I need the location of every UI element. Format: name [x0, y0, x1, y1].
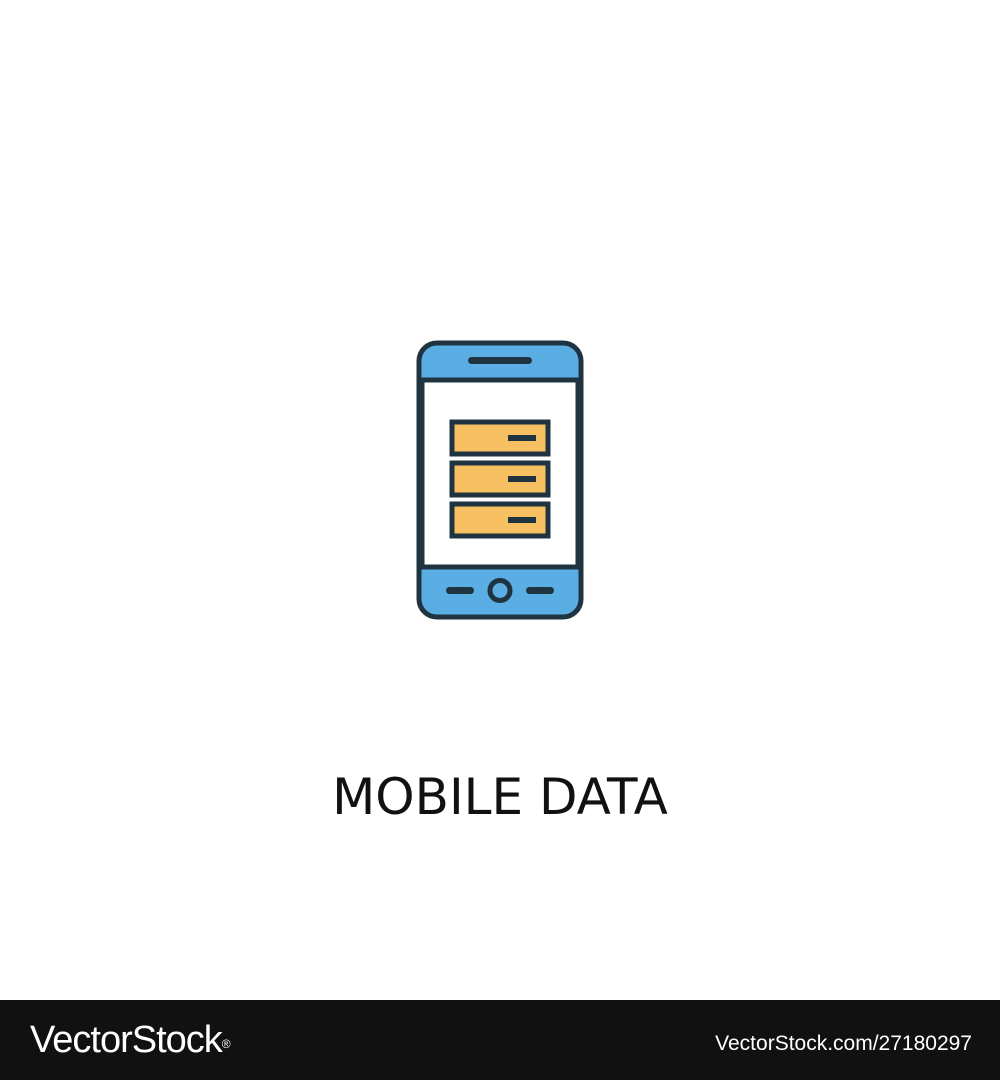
- home-button-icon: [487, 578, 513, 603]
- caption-title: MOBILE DATA: [332, 768, 668, 826]
- brand-name: VectorStock: [30, 1019, 223, 1061]
- artwork-canvas: MOBILE DATA: [0, 0, 1000, 1000]
- speaker-icon: [468, 357, 532, 364]
- image-id-label: VectorStock.com/27180297: [715, 1032, 972, 1055]
- watermark-footer: VectorStock® VectorStock.com/27180297: [0, 1000, 1000, 1080]
- brand-logo: VectorStock®: [30, 1018, 231, 1062]
- mobile-data-icon: [416, 340, 584, 620]
- server-stack-icon: [449, 419, 551, 539]
- trademark-symbol: ®: [221, 1037, 231, 1051]
- phone-icon: [416, 340, 584, 620]
